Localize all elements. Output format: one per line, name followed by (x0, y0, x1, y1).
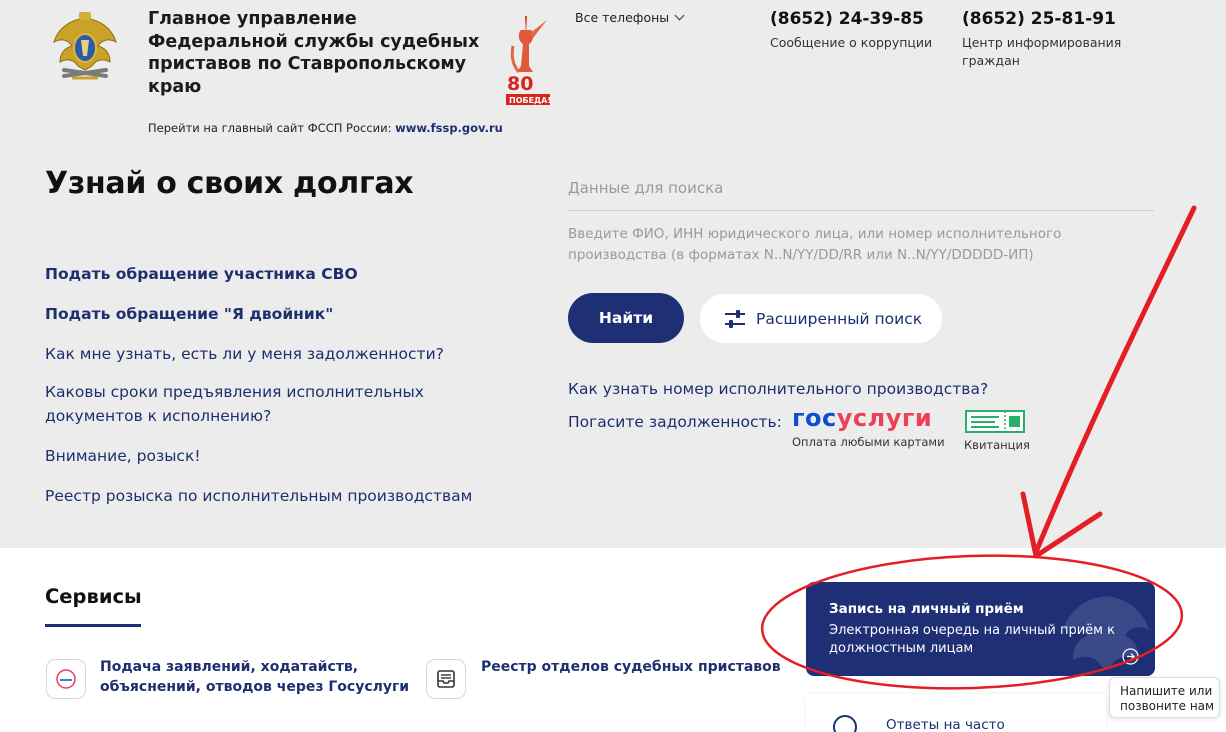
appointment-subtitle: Электронная очередь на личный приём к до… (829, 623, 1115, 656)
org-name: Главное управление Федеральной службы су… (148, 9, 480, 97)
search-hint: Введите ФИО, ИНН юридического лица, или … (568, 226, 1062, 263)
registry-icon[interactable] (426, 659, 466, 699)
receipt-pay-option[interactable]: Квитанция (964, 410, 1034, 456)
search-input[interactable] (568, 165, 1154, 211)
phone-info-center[interactable]: (8652) 25-81-91 Центр информирования гра… (962, 9, 1132, 70)
filter-sliders-icon (725, 310, 745, 328)
gosuslugi-logo-part: услуги (836, 404, 933, 432)
tray-glyph (437, 670, 455, 688)
receipt-caption: Квитанция (964, 438, 1030, 452)
phone-caption: Центр информирования граждан (962, 35, 1122, 68)
victory-logo-word: ПОБЕДА! (509, 96, 551, 105)
all-phones-label: Все телефоны (575, 10, 670, 25)
service-gosuslugi-applications[interactable]: Подача заявлений, ходатайств, объяснений… (100, 657, 410, 697)
receipt-icon (965, 410, 1025, 433)
services-underline (45, 624, 141, 627)
arrow-right-circle-icon (1122, 648, 1139, 665)
victory-80-logo: 80 ПОБЕДА! (506, 16, 551, 105)
gosuslugi-logo-part: гос (792, 404, 837, 432)
link-deadlines[interactable]: Каковы сроки предъявления исполнительных… (45, 380, 445, 428)
appointment-title: Запись на личный приём (829, 601, 1024, 617)
gosuslugi-icon[interactable] (46, 659, 86, 699)
advanced-search-button[interactable]: Расширенный поиск (700, 294, 942, 343)
howto-find-number-link[interactable]: Как узнать номер исполнительного произво… (568, 380, 988, 398)
all-phones-dropdown[interactable]: Все телефоны (575, 10, 685, 25)
appointment-card[interactable]: Запись на личный приём Электронная очере… (806, 582, 1155, 676)
main-site-link[interactable]: www.fssp.gov.ru (395, 121, 503, 135)
victory-logo-number: 80 (507, 73, 533, 95)
page-headline: Узнай о своих долгах (45, 166, 414, 201)
services-title: Сервисы (45, 585, 142, 608)
gosuslugi-glyph (56, 669, 76, 689)
main-site-label: Перейти на главный сайт ФССП России: (148, 121, 392, 135)
gosuslugi-logo: госуслуги (792, 405, 942, 431)
chevron-down-icon (674, 10, 685, 21)
link-svo-appeal[interactable]: Подать обращение участника СВО (45, 262, 485, 286)
link-double-appeal[interactable]: Подать обращение "Я двойник" (45, 302, 485, 326)
chat-widget[interactable]: Напишите или позвоните нам (1109, 677, 1220, 718)
phone-number: (8652) 25-81-91 (962, 9, 1116, 29)
faq-label: Ответы на часто (886, 717, 1005, 732)
gosuslugi-caption: Оплата любыми картами (792, 435, 945, 449)
faq-card[interactable]: Ответы на часто (806, 694, 1106, 732)
pay-debt-label: Погасите задолженность: (568, 413, 782, 431)
phone-caption: Сообщение о коррупции (770, 35, 933, 50)
fssp-emblem-icon[interactable] (50, 10, 120, 84)
question-circle-icon (833, 715, 857, 732)
find-button[interactable]: Найти (568, 293, 684, 343)
link-wanted-registry[interactable]: Реестр розыска по исполнительным произво… (45, 484, 515, 508)
main-site-line: Перейти на главный сайт ФССП России: www… (148, 121, 503, 135)
phone-number: (8652) 24-39-85 (770, 9, 924, 29)
link-wanted[interactable]: Внимание, розыск! (45, 444, 485, 468)
service-bailiff-registry[interactable]: Реестр отделов судебных приставов (481, 657, 781, 677)
gosuslugi-pay-option[interactable]: госуслуги Оплата любыми картами (792, 405, 945, 455)
link-check-debts[interactable]: Как мне узнать, есть ли у меня задолженн… (45, 342, 485, 366)
phone-corruption[interactable]: (8652) 24-39-85 Сообщение о коррупции (770, 9, 932, 52)
advanced-search-label: Расширенный поиск (756, 309, 923, 328)
